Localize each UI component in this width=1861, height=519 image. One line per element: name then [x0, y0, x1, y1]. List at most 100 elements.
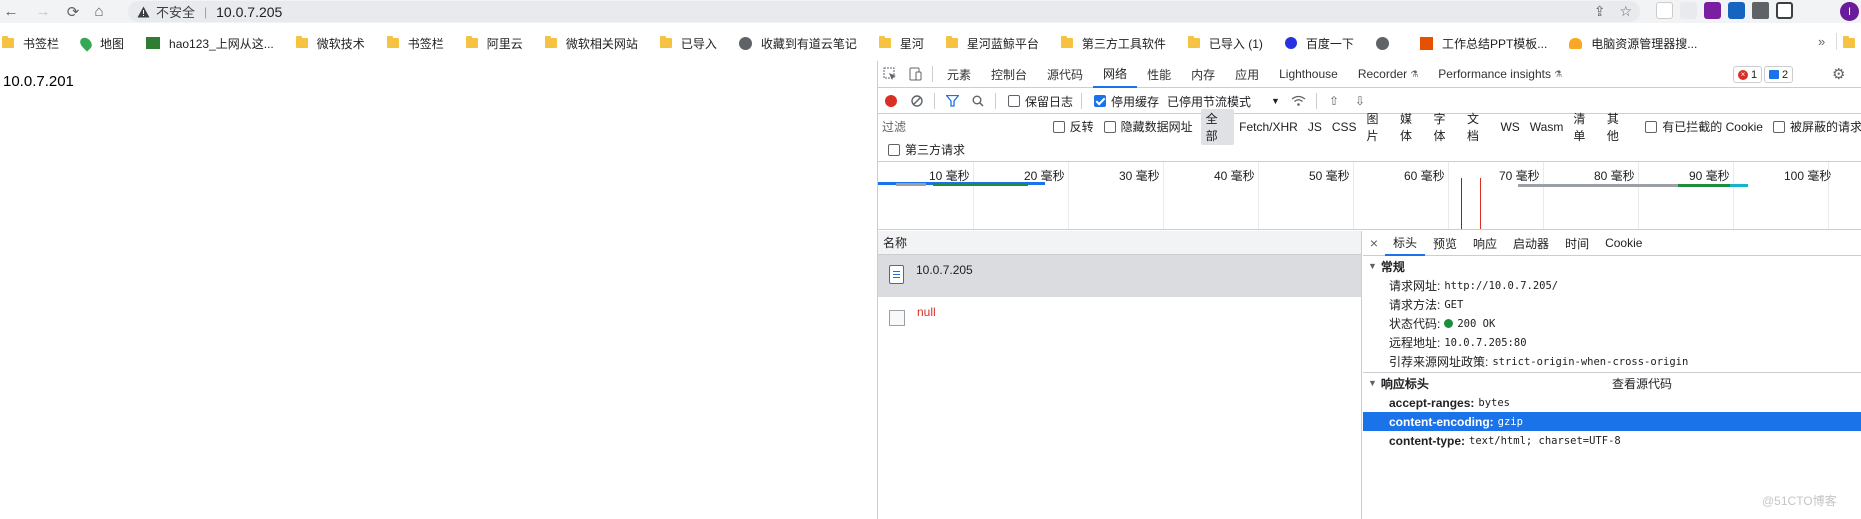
bookmark-item[interactable]: 已导入 [659, 35, 717, 52]
bookmark-item[interactable]: 已导入 (1) [1187, 35, 1263, 52]
name-column-header[interactable]: 名称 [878, 231, 1361, 255]
bookmark-item[interactable]: 阿里云 [465, 35, 523, 52]
disable-cache-checkbox[interactable]: 停用缓存 [1094, 93, 1159, 110]
home-icon[interactable]: ⌂ [88, 1, 110, 23]
tab-3[interactable]: 网络 [1093, 60, 1138, 88]
extension-pdf-icon[interactable] [1680, 2, 1697, 19]
bookmark-item[interactable]: 工作总结PPT模板... [1419, 35, 1547, 52]
bookmark-item[interactable]: 书签栏 [386, 35, 444, 52]
details-tab[interactable]: 响应 [1465, 231, 1505, 256]
type-filter[interactable]: 全部 [1200, 108, 1235, 145]
type-filter[interactable]: 图片 [1362, 109, 1395, 145]
bookmark-item[interactable]: 第三方工具软件 [1060, 35, 1166, 52]
back-arrow-icon[interactable]: ← [0, 1, 22, 23]
type-filter[interactable]: 媒体 [1395, 109, 1428, 145]
folder-icon [878, 36, 891, 48]
tab-8[interactable]: Recorder ⚗ [1348, 61, 1428, 88]
invert-checkbox[interactable]: 反转 [1052, 118, 1094, 135]
bookmark-item[interactable]: 星河 [878, 35, 924, 52]
blocked-requests-checkbox[interactable]: 被屏蔽的请求 [1772, 118, 1861, 135]
details-tab[interactable]: 预览 [1425, 231, 1465, 256]
tab-7[interactable]: Lighthouse [1269, 61, 1348, 88]
folder-icon [295, 36, 308, 48]
details-tab[interactable]: Cookie [1597, 231, 1650, 256]
bookmark-other[interactable]: 其 [1843, 34, 1861, 51]
type-filter[interactable]: 字体 [1428, 109, 1461, 145]
tab-5[interactable]: 内存 [1181, 61, 1225, 88]
dropdown-caret-icon: ▼ [1271, 96, 1280, 106]
type-filter[interactable]: CSS [1327, 119, 1362, 135]
tab-0[interactable]: 元素 [937, 61, 981, 88]
bookmark-label: 阿里云 [486, 36, 523, 51]
record-button[interactable] [878, 89, 904, 114]
bookmark-star-icon[interactable]: ☆ [1619, 3, 1632, 20]
response-header-row[interactable]: content-type: text/html; charset=UTF-8 [1363, 431, 1861, 450]
forward-arrow-icon[interactable]: → [32, 1, 54, 23]
errors-badge[interactable]: × 1 [1733, 66, 1763, 83]
type-filter[interactable]: WS [1495, 119, 1524, 135]
type-filter[interactable]: JS [1303, 119, 1327, 135]
reload-icon[interactable]: ⟳ [62, 1, 84, 23]
bookmark-item[interactable]: hao123_上网从这... [146, 35, 274, 52]
type-filter[interactable]: 文档 [1462, 109, 1495, 145]
messages-badge[interactable]: 2 [1764, 66, 1794, 83]
bookmark-item[interactable]: 微软技术 [295, 35, 365, 52]
third-party-checkbox[interactable]: 第三方请求 [888, 141, 965, 158]
bookmark-item[interactable]: 电脑资源管理器搜... [1569, 35, 1697, 52]
tab-4[interactable]: 性能 [1137, 61, 1181, 88]
tab-9[interactable]: Performance insights ⚗ [1428, 61, 1572, 88]
request-row[interactable]: null [878, 297, 1361, 339]
tab-2[interactable]: 源代码 [1037, 61, 1093, 88]
bookmark-item[interactable]: 地图 [77, 34, 124, 52]
throttling-select[interactable]: 已停用节流模式 ▼ [1167, 93, 1280, 110]
filter-funnel-icon[interactable] [939, 89, 965, 114]
bookmark-item[interactable]: 书签栏 [2, 35, 59, 52]
bookmark-item[interactable]: 收藏到有道云笔记 [738, 35, 857, 52]
type-filter[interactable]: 其他 [1602, 109, 1635, 145]
globe-icon [1375, 36, 1389, 50]
details-tab[interactable]: 启动器 [1505, 231, 1557, 256]
filter-input[interactable] [882, 117, 1043, 136]
request-row[interactable]: 10.0.7.205 [878, 255, 1361, 297]
hide-data-urls-checkbox[interactable]: 隐藏数据网址 [1103, 118, 1193, 135]
search-icon[interactable] [965, 89, 991, 114]
bookmarks-overflow-icon[interactable]: » [1818, 34, 1825, 49]
details-tab[interactable]: 标头 [1385, 231, 1426, 256]
network-overview-timeline[interactable]: 10 毫秒 20 毫秒 30 毫秒 40 毫秒 50 毫秒 60 毫秒 70 毫秒 80 毫秒… [878, 161, 1861, 230]
response-headers-section-header[interactable]: ▼ 响应标头 查看源代码 [1363, 373, 1861, 393]
extension-image-icon[interactable] [1728, 2, 1745, 19]
bookmark-item[interactable]: 星河蓝鲸平台 [945, 35, 1039, 52]
tab-1[interactable]: 控制台 [981, 61, 1037, 88]
bookmark-label: 已导入 (1) [1208, 36, 1263, 51]
profile-avatar-icon[interactable]: I [1840, 2, 1859, 21]
blocked-cookies-checkbox[interactable]: 有已拦截的 Cookie [1645, 118, 1763, 135]
bookmark-item[interactable]: 微软相关网站 [544, 35, 638, 52]
extensions-puzzle-icon[interactable] [1752, 2, 1769, 19]
details-tab[interactable]: 时间 [1557, 231, 1597, 256]
type-filter[interactable]: Fetch/XHR [1234, 119, 1303, 135]
bookmark-label: 电脑资源管理器搜... [1591, 36, 1698, 51]
bookmark-item[interactable] [1375, 36, 1398, 50]
share-icon[interactable]: ⇪ [1594, 3, 1606, 20]
close-icon[interactable]: × [1363, 235, 1385, 251]
inspect-element-icon[interactable] [878, 62, 902, 87]
type-filter[interactable]: Wasm [1525, 119, 1569, 135]
side-panel-icon[interactable] [1776, 2, 1793, 19]
view-source-link[interactable]: 查看源代码 [1612, 375, 1672, 392]
extension-cursor-icon[interactable] [1656, 2, 1673, 19]
preserve-log-checkbox[interactable]: 保留日志 [1008, 93, 1073, 110]
tab-label: 内存 [1191, 67, 1216, 82]
bookmark-item[interactable]: 百度一下 [1284, 35, 1354, 52]
general-section-header[interactable]: ▼ 常规 [1363, 256, 1861, 276]
response-header-row[interactable]: content-encoding: gzip [1363, 412, 1861, 431]
gear-icon[interactable]: ⚙ [1832, 65, 1845, 83]
extension-translate-icon[interactable] [1704, 2, 1721, 19]
address-bar[interactable]: 不安全 | 10.0.7.205 ⇪ ☆ [128, 1, 1640, 22]
device-toolbar-icon[interactable] [902, 62, 928, 87]
response-header-row[interactable]: accept-ranges: bytes [1363, 393, 1861, 412]
clear-button[interactable] [904, 89, 930, 114]
tab-6[interactable]: 应用 [1225, 61, 1269, 88]
header-value: gzip [1497, 415, 1523, 428]
type-filter[interactable]: 清单 [1568, 109, 1601, 145]
warning-triangle-icon[interactable] [136, 5, 150, 19]
